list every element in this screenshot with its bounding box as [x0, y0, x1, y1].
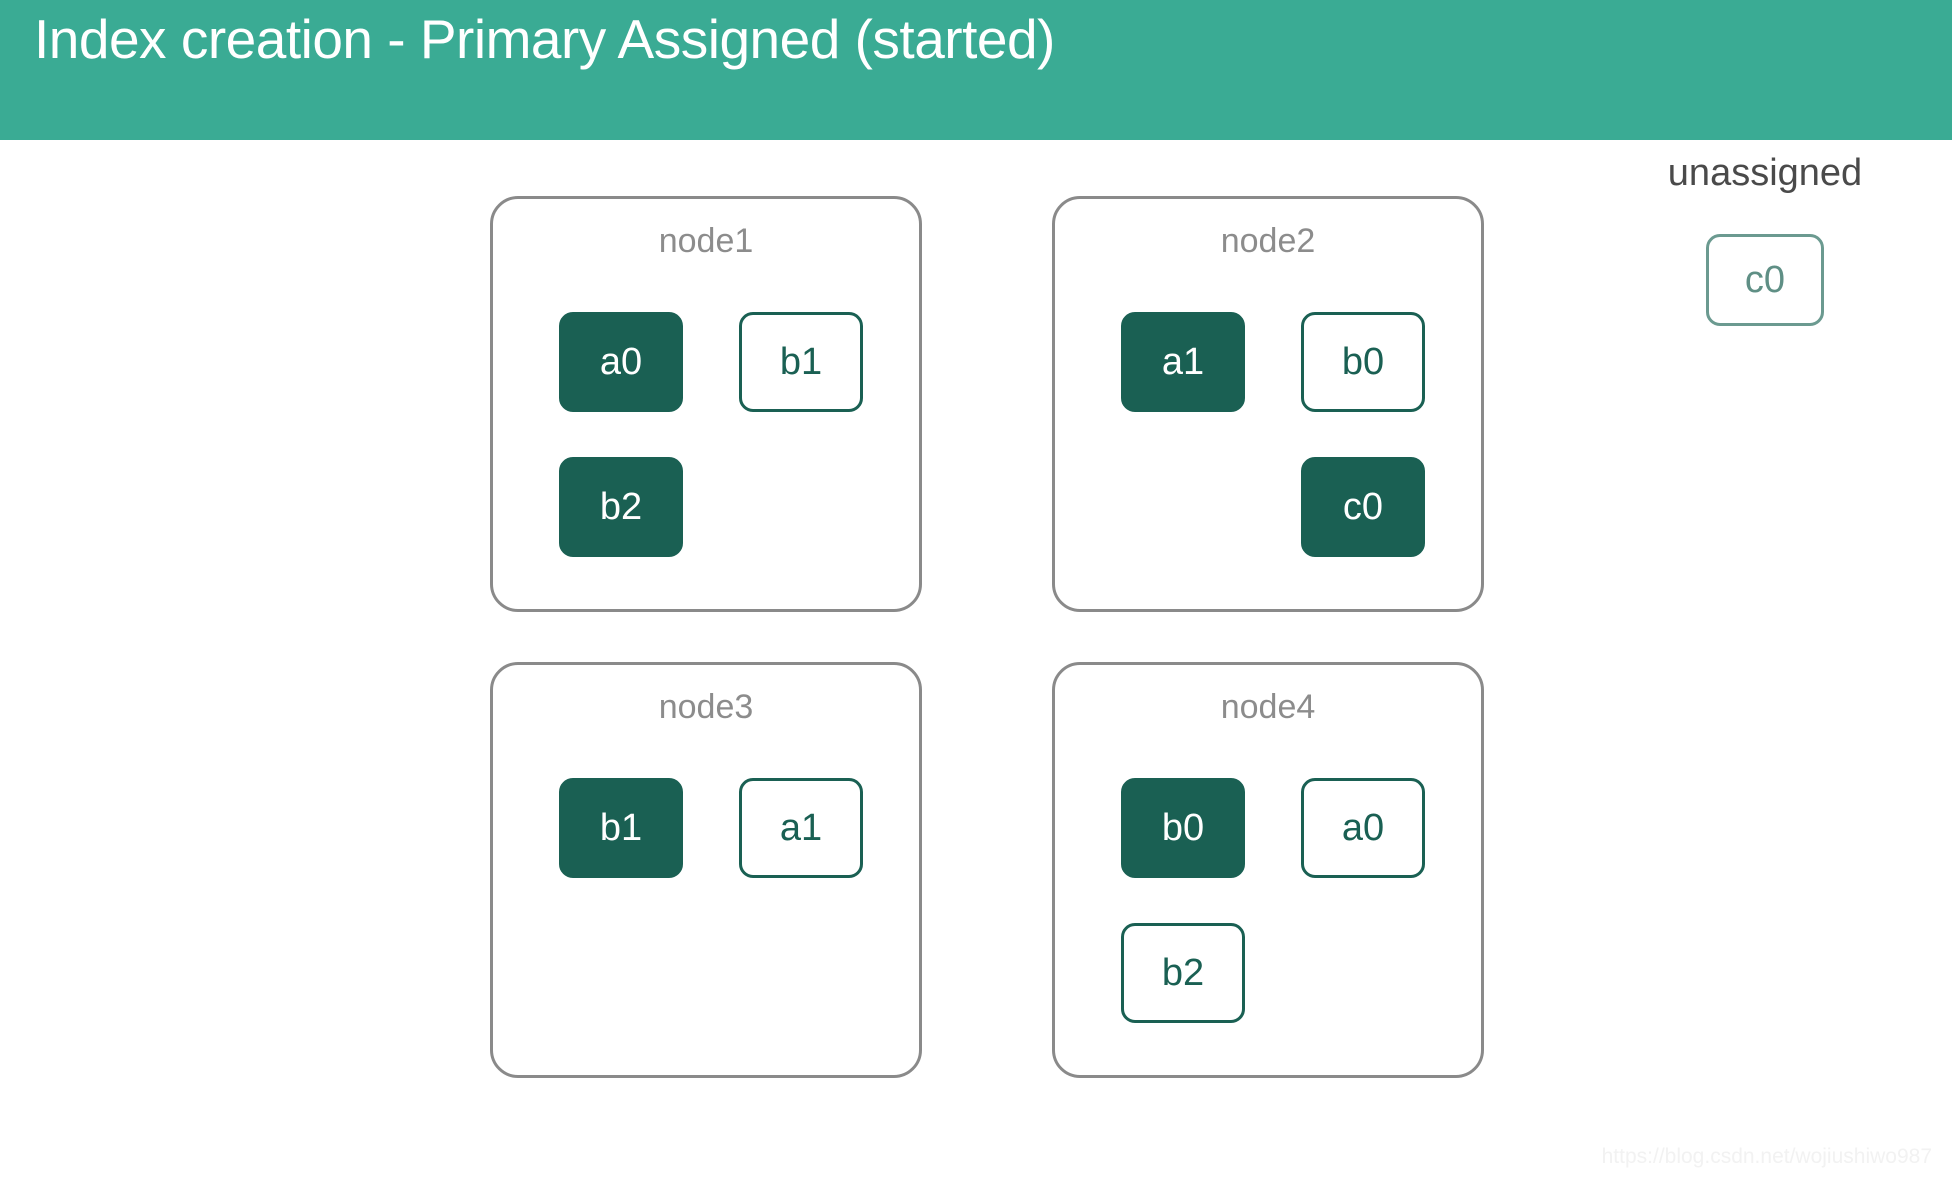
node4-slot-1-right: a0 [1301, 778, 1425, 923]
node2-shard-row-2: c0 [1121, 457, 1425, 602]
shard-node3-a1[interactable]: a1 [739, 778, 863, 878]
node-box-node4[interactable]: node4 b0 a0 b2 [1052, 662, 1484, 1078]
node-label-node3: node3 [658, 688, 754, 726]
node1-slot-1-left: a0 [559, 312, 739, 457]
unassigned-label: unassigned [1667, 152, 1863, 194]
shard-node2-c0[interactable]: c0 [1301, 457, 1425, 557]
node4-shard-row-1: b0 a0 [1121, 778, 1425, 923]
node2-shard-grid: a1 b0 c0 [1121, 312, 1425, 602]
node2-shard-row-1: a1 b0 [1121, 312, 1425, 457]
shard-node4-a0[interactable]: a0 [1301, 778, 1425, 878]
node-label-node2: node2 [1220, 222, 1316, 260]
shard-node2-a1[interactable]: a1 [1121, 312, 1245, 412]
node1-slot-2-right [739, 457, 859, 602]
shard-node1-b1[interactable]: b1 [739, 312, 863, 412]
shard-unassigned-c0[interactable]: c0 [1706, 234, 1824, 326]
node-label-node4: node4 [1220, 688, 1316, 726]
unassigned-group: unassigned c0 [1600, 150, 1930, 326]
node-box-node1[interactable]: node1 a0 b1 b2 [490, 196, 922, 612]
node4-slot-2-right [1301, 923, 1421, 1068]
node-label-node1: node1 [658, 222, 754, 260]
watermark: https://blog.csdn.net/wojiushiwo987 [1601, 1145, 1932, 1168]
node3-slot-2-right [739, 923, 859, 1068]
node3-shard-row-1: b1 a1 [559, 778, 863, 923]
node1-slot-2-left: b2 [559, 457, 739, 602]
node3-shard-row-2 [559, 923, 859, 1068]
node1-shard-row-2: b2 [559, 457, 859, 602]
node4-slot-1-left: b0 [1121, 778, 1301, 923]
diagram-canvas: node1 a0 b1 b2 node2 a1 b0 c0 node3 b1 a… [0, 140, 1952, 1180]
node-box-node2[interactable]: node2 a1 b0 c0 [1052, 196, 1484, 612]
node1-shard-grid: a0 b1 b2 [559, 312, 863, 602]
node2-slot-1-left: a1 [1121, 312, 1301, 457]
node2-slot-2-left [1121, 457, 1301, 602]
node4-slot-2-left: b2 [1121, 923, 1301, 1068]
node4-shard-grid: b0 a0 b2 [1121, 778, 1425, 1068]
shard-node4-b2[interactable]: b2 [1121, 923, 1245, 1023]
page-title: Index creation - Primary Assigned (start… [34, 8, 1055, 70]
node-box-node3[interactable]: node3 b1 a1 [490, 662, 922, 1078]
node2-slot-1-right: b0 [1301, 312, 1425, 457]
shard-node1-a0[interactable]: a0 [559, 312, 683, 412]
shard-node1-b2[interactable]: b2 [559, 457, 683, 557]
node3-slot-2-left [559, 923, 739, 1068]
unassigned-items: c0 [1600, 234, 1930, 326]
node1-shard-row-1: a0 b1 [559, 312, 863, 457]
header-bar: Index creation - Primary Assigned (start… [0, 0, 1952, 140]
node3-slot-1-right: a1 [739, 778, 863, 923]
node4-shard-row-2: b2 [1121, 923, 1421, 1068]
node2-slot-2-right: c0 [1301, 457, 1425, 602]
node3-slot-1-left: b1 [559, 778, 739, 923]
node3-shard-grid: b1 a1 [559, 778, 863, 1068]
node1-slot-1-right: b1 [739, 312, 863, 457]
shard-node4-b0[interactable]: b0 [1121, 778, 1245, 878]
shard-node2-b0[interactable]: b0 [1301, 312, 1425, 412]
shard-node3-b1[interactable]: b1 [559, 778, 683, 878]
